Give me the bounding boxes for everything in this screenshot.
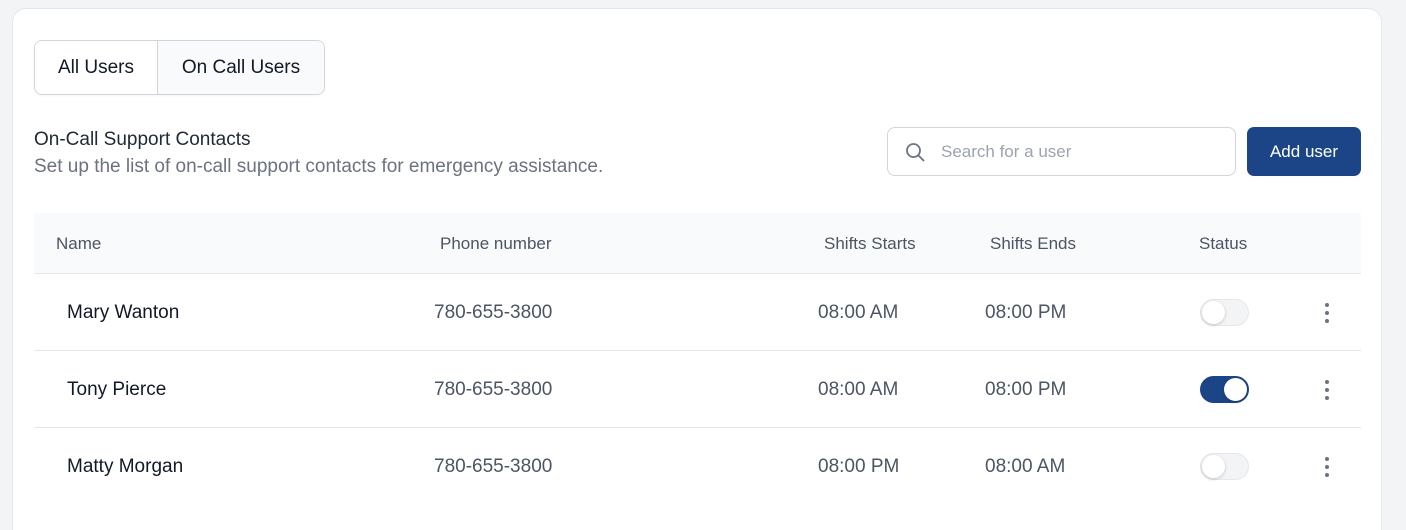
add-user-button[interactable]: Add user <box>1247 127 1361 176</box>
row-menu-icon[interactable] <box>1315 376 1339 403</box>
section-title: On-Call Support Contacts <box>34 129 251 150</box>
search-input[interactable] <box>941 141 1211 162</box>
shift-end: 08:00 AM <box>985 455 1066 477</box>
header-shift-end: Shifts Ends <box>990 233 1076 253</box>
header-phone: Phone number <box>440 233 552 253</box>
toggle-knob <box>1224 378 1247 401</box>
table-row: Tony Pierce 780-655-3800 08:00 AM 08:00 … <box>34 351 1361 428</box>
on-call-users-panel: All Users On Call Users On-Call Support … <box>12 8 1382 530</box>
section-subtitle: Set up the list of on-call support conta… <box>34 156 604 177</box>
tab-all-users[interactable]: All Users <box>35 41 158 94</box>
status-toggle[interactable] <box>1200 299 1249 326</box>
row-menu-icon[interactable] <box>1315 453 1339 480</box>
shift-start: 08:00 AM <box>818 301 899 323</box>
tab-on-call-users[interactable]: On Call Users <box>158 41 324 94</box>
user-name: Matty Morgan <box>67 455 184 477</box>
user-phone: 780-655-3800 <box>434 301 553 323</box>
shift-start: 08:00 AM <box>818 378 899 400</box>
shift-start: 08:00 PM <box>818 455 900 477</box>
header-shift-start: Shifts Starts <box>824 233 916 253</box>
table-row: Matty Morgan 780-655-3800 08:00 PM 08:00… <box>34 428 1361 505</box>
table-header: Name Phone number Shifts Starts Shifts E… <box>34 213 1361 274</box>
search-box[interactable] <box>887 127 1236 176</box>
status-toggle[interactable] <box>1200 453 1249 480</box>
header-name: Name <box>56 233 102 253</box>
on-call-users-table: Name Phone number Shifts Starts Shifts E… <box>34 213 1361 505</box>
user-phone: 780-655-3800 <box>434 378 553 400</box>
toggle-knob <box>1202 455 1225 478</box>
user-phone: 780-655-3800 <box>434 455 553 477</box>
user-name: Tony Pierce <box>67 378 167 400</box>
user-tabs: All Users On Call Users <box>34 40 325 95</box>
shift-end: 08:00 PM <box>985 301 1067 323</box>
user-name: Mary Wanton <box>67 301 180 323</box>
search-icon <box>906 142 925 161</box>
shift-end: 08:00 PM <box>985 378 1067 400</box>
row-menu-icon[interactable] <box>1315 299 1339 326</box>
header-status: Status <box>1199 233 1248 253</box>
toggle-knob <box>1202 301 1225 324</box>
table-row: Mary Wanton 780-655-3800 08:00 AM 08:00 … <box>34 274 1361 351</box>
status-toggle[interactable] <box>1200 376 1249 403</box>
